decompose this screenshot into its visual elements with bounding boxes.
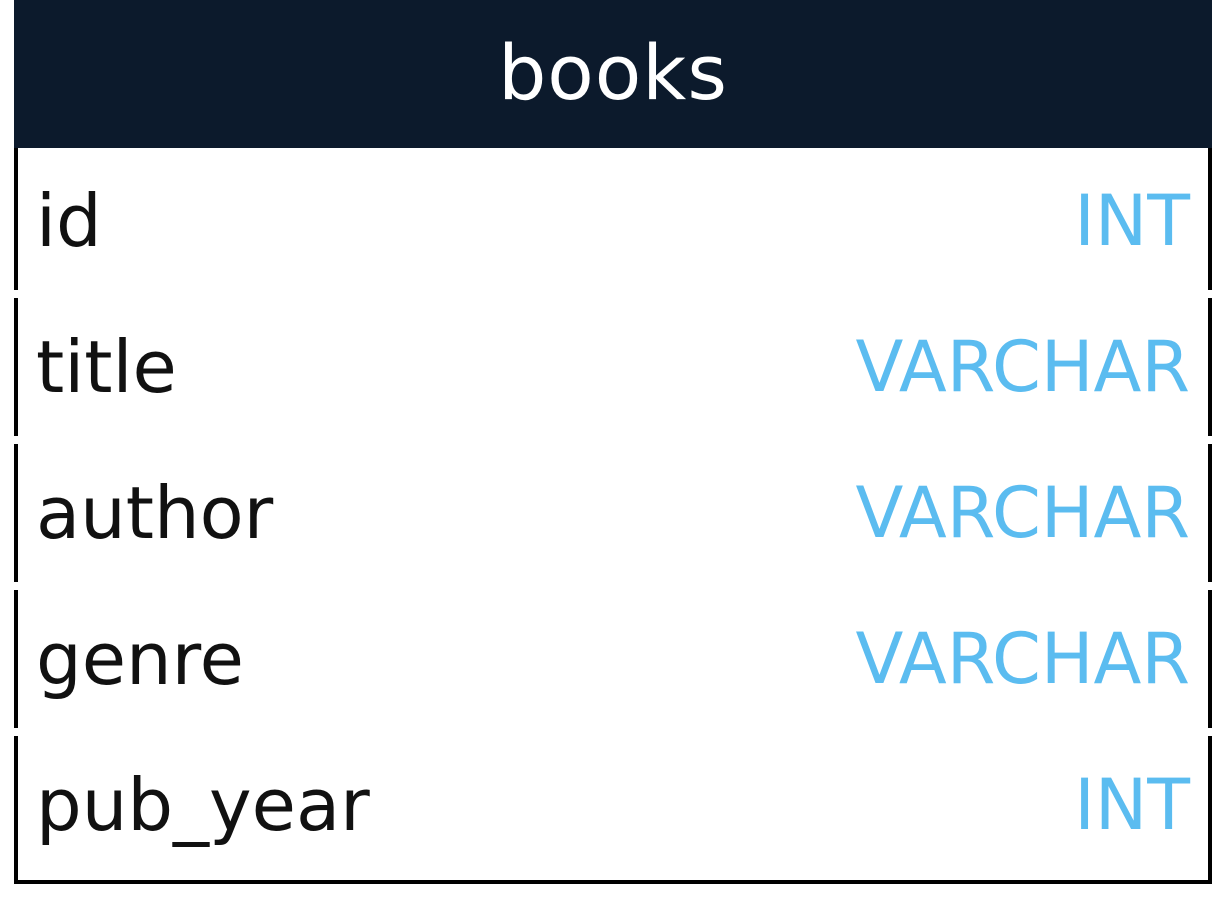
field-type: VARCHAR [855,472,1190,554]
field-row-genre: genre VARCHAR [18,586,1208,732]
table-body: id INT title VARCHAR author VARCHAR genr… [13,148,1213,884]
field-type: INT [1074,180,1190,262]
table-header: books [14,0,1212,148]
field-type: INT [1074,764,1190,846]
field-row-pub-year: pub_year INT [18,732,1208,878]
field-name: author [36,471,274,555]
field-type: VARCHAR [855,326,1190,408]
field-name: title [36,325,177,409]
field-type: VARCHAR [855,618,1190,700]
table-title: books [498,28,728,117]
field-name: genre [36,617,244,701]
field-name: id [36,179,102,263]
field-row-title: title VARCHAR [18,294,1208,440]
field-row-author: author VARCHAR [18,440,1208,586]
field-name: pub_year [36,763,370,847]
books-table: books id INT title VARCHAR author VARCHA… [13,0,1213,884]
field-row-id: id INT [18,148,1208,294]
